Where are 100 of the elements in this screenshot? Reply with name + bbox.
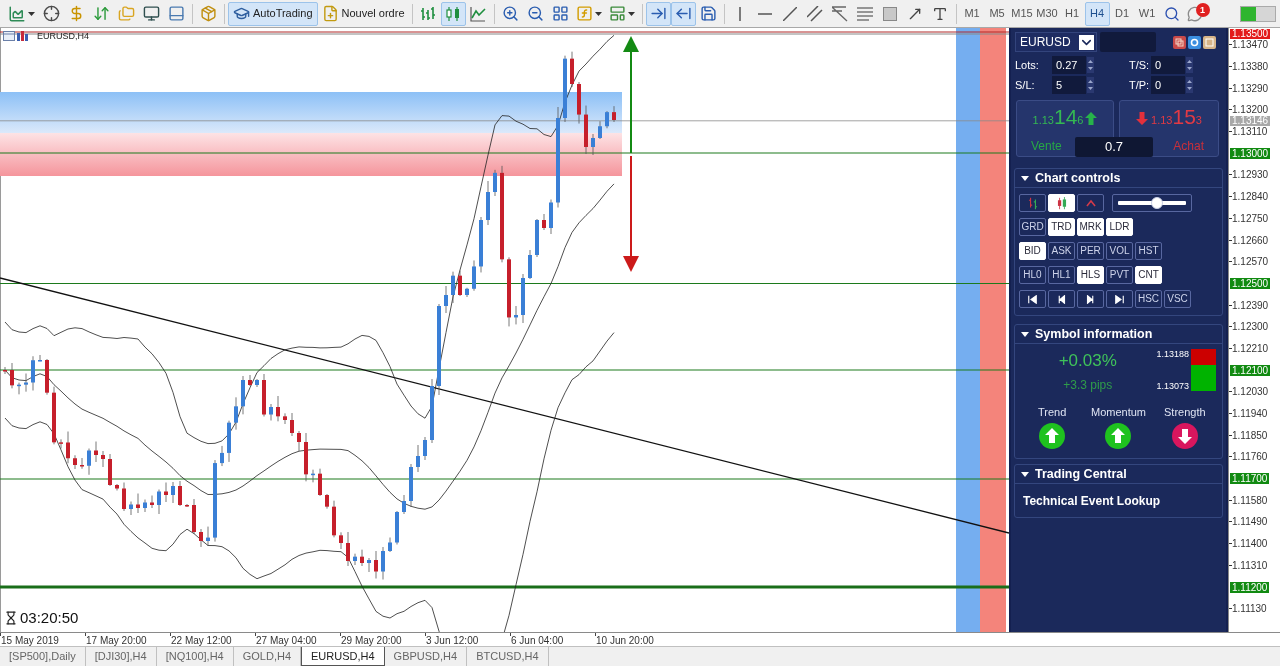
- spinner-icon[interactable]: [1186, 57, 1193, 73]
- toggle-button[interactable]: LDR: [1106, 218, 1133, 236]
- number-field[interactable]: 5: [1052, 76, 1086, 94]
- vertical-line-icon[interactable]: [739, 6, 741, 21]
- fan-lines-icon[interactable]: [832, 5, 848, 22]
- timeframe-button[interactable]: H1: [1059, 1, 1085, 26]
- toggle-button[interactable]: CNT: [1135, 266, 1162, 284]
- candlestick-icon: [445, 5, 461, 22]
- grid-icon[interactable]: [551, 5, 569, 22]
- toggle-button[interactable]: HL1: [1048, 266, 1075, 284]
- toggle-button[interactable]: BID: [1019, 242, 1046, 260]
- chat-bubble-icon[interactable]: [1186, 5, 1203, 22]
- timeframe-button[interactable]: M5: [984, 1, 1010, 26]
- number-field[interactable]: 0.27: [1052, 56, 1086, 74]
- field-label: T/P:: [1129, 77, 1151, 93]
- box-icon[interactable]: [200, 5, 217, 22]
- technical-event-lookup-link[interactable]: Technical Event Lookup: [1023, 491, 1161, 510]
- price-label: 1.12390: [1232, 299, 1269, 311]
- price-marker-label: 1.13146: [1230, 115, 1271, 126]
- navigation-button[interactable]: [1019, 290, 1046, 308]
- price-label: 1.13200: [1232, 104, 1269, 116]
- timeframe-button[interactable]: M1: [959, 1, 985, 26]
- caret-down-icon[interactable]: [595, 11, 602, 16]
- timeframe-button[interactable]: W1: [1134, 1, 1160, 26]
- input-field[interactable]: [1100, 32, 1156, 52]
- panel-icon[interactable]: [168, 5, 185, 22]
- timeframe-button[interactable]: M30: [1034, 1, 1060, 26]
- toggle-button[interactable]: GRD: [1019, 218, 1046, 236]
- section-header[interactable]: Chart controls: [1015, 169, 1222, 188]
- horizontal-line-icon[interactable]: [758, 12, 772, 15]
- parallel-lines-icon[interactable]: [807, 5, 823, 22]
- template-icon[interactable]: [609, 5, 626, 22]
- chart-tab[interactable]: [NQ100],H4: [156, 647, 234, 666]
- chart-tab[interactable]: [DJI30],H4: [85, 647, 157, 666]
- auto-scroll-button[interactable]: [645, 1, 671, 26]
- new-order-button[interactable]: Nouvel ordre: [317, 1, 409, 26]
- spinner-icon[interactable]: [1186, 77, 1193, 93]
- diagonal-line-icon[interactable]: [783, 6, 797, 21]
- zoom-in-icon[interactable]: [501, 5, 519, 22]
- spinner-icon[interactable]: [1087, 57, 1094, 73]
- timeframe-button[interactable]: D1: [1109, 1, 1135, 26]
- section-header[interactable]: Symbol information: [1015, 325, 1222, 344]
- square-icon[interactable]: [883, 6, 897, 21]
- save-icon[interactable]: [699, 5, 717, 22]
- toggle-button[interactable]: PVT: [1106, 266, 1133, 284]
- timeframe-button[interactable]: H4: [1084, 1, 1110, 26]
- toggle-button[interactable]: HLS: [1077, 266, 1104, 284]
- price-level-label: 1.12100: [1230, 364, 1271, 376]
- chart-shift-button[interactable]: [670, 1, 696, 26]
- graduation-cap-icon[interactable]: [233, 5, 250, 22]
- search-icon[interactable]: [1164, 5, 1180, 22]
- price-label: 1.12300: [1232, 321, 1269, 333]
- settings-icon[interactable]: [1188, 35, 1201, 49]
- navigation-button[interactable]: [1106, 290, 1133, 308]
- chart-tab[interactable]: GBPUSD,H4: [384, 647, 468, 666]
- navigation-button[interactable]: [1048, 290, 1075, 308]
- price-label: 1.12930: [1232, 169, 1269, 181]
- section-header[interactable]: Trading Central: [1015, 465, 1222, 484]
- chart-type-button[interactable]: [1077, 194, 1104, 212]
- toggle-button[interactable]: TRD: [1048, 218, 1075, 236]
- copy-icon[interactable]: [1173, 35, 1186, 49]
- chart-type-button[interactable]: [1019, 194, 1046, 212]
- toggle-button[interactable]: VOL: [1106, 242, 1133, 260]
- crosshair-icon[interactable]: [43, 5, 60, 22]
- percent-change: +0.03%: [1058, 351, 1117, 371]
- line-chart-icon: [470, 5, 486, 22]
- spinner-icon[interactable]: [1087, 77, 1094, 93]
- chart-tab[interactable]: EURUSD,H4: [301, 647, 385, 666]
- toggle-button[interactable]: ASK: [1048, 242, 1075, 260]
- text-icon[interactable]: [932, 5, 948, 22]
- caret-down-icon[interactable]: [27, 11, 35, 16]
- window-icon[interactable]: [1203, 35, 1216, 49]
- buy-price: 1.13153: [1151, 105, 1202, 130]
- zoom-out-icon[interactable]: [526, 5, 544, 22]
- buy-label: Achat: [1173, 138, 1204, 155]
- zoom-slider-thumb[interactable]: [1150, 197, 1163, 209]
- caret-down-icon[interactable]: [628, 11, 635, 16]
- toggle-button[interactable]: MRK: [1077, 218, 1104, 236]
- toggle-button[interactable]: HSC: [1135, 290, 1162, 308]
- symbol-dropdown[interactable]: EURUSD: [1015, 32, 1097, 52]
- chart-tab[interactable]: [SP500],Daily: [0, 647, 86, 666]
- price-label: 1.11310: [1232, 559, 1268, 571]
- stacked-lines-icon[interactable]: [857, 6, 873, 21]
- chart-tab[interactable]: BTCUSD,H4: [467, 647, 549, 666]
- navigation-button[interactable]: [1077, 290, 1104, 308]
- area-chart-icon[interactable]: [7, 4, 26, 23]
- toggle-button[interactable]: PER: [1077, 242, 1104, 260]
- low-price: 1.13073: [1156, 381, 1189, 391]
- arrows-icon[interactable]: [93, 5, 110, 22]
- number-field[interactable]: 0: [1151, 56, 1185, 74]
- toggle-button[interactable]: HL0: [1019, 266, 1046, 284]
- timeframe-button[interactable]: M15: [1009, 1, 1035, 26]
- price-label: 1.11130: [1232, 603, 1267, 615]
- chart-type-button[interactable]: [440, 1, 466, 26]
- toggle-button[interactable]: VSC: [1164, 290, 1191, 308]
- autotrading-button[interactable]: AutoTrading: [228, 1, 318, 26]
- monitor-icon[interactable]: [143, 5, 160, 22]
- price-level-label: 1.11200: [1230, 581, 1270, 593]
- number-field[interactable]: 0: [1151, 76, 1185, 94]
- toggle-button[interactable]: HST: [1135, 242, 1162, 260]
